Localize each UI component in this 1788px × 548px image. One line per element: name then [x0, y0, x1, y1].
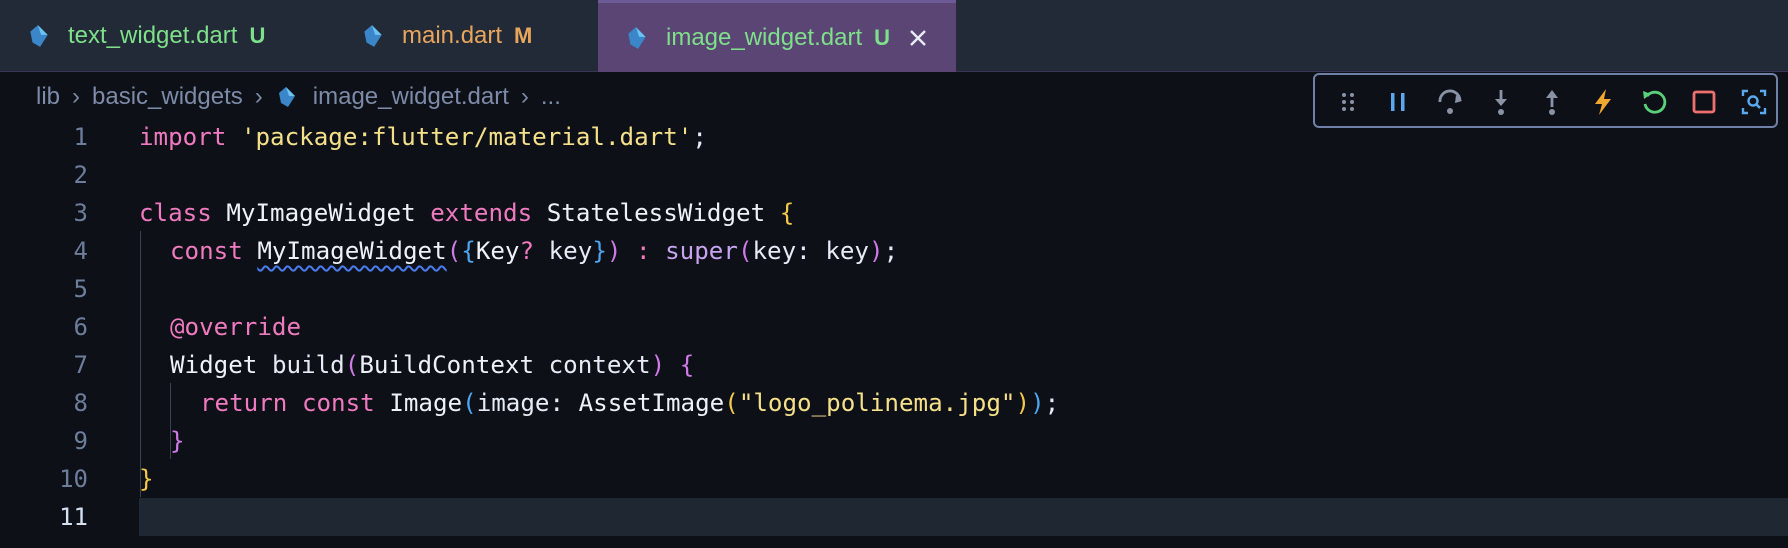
hot-reload-icon[interactable] [1588, 87, 1618, 117]
tab-label: text_widget.dart [68, 22, 238, 49]
code-line[interactable]: 2 [0, 156, 1788, 194]
drag-handle-icon[interactable] [1333, 87, 1363, 117]
current-line-highlight [139, 498, 1788, 536]
code-line[interactable]: 4 const MyImageWidget({Key? key}) : supe… [0, 232, 1788, 270]
line-number: 7 [73, 351, 88, 379]
close-icon[interactable] [908, 28, 928, 48]
line-number: 5 [73, 275, 88, 303]
tab-image-widget[interactable]: image_widget.dart U [598, 0, 956, 72]
code-editor[interactable]: 1 import 'package:flutter/material.dart'… [0, 117, 1788, 548]
line-number: 11 [59, 503, 88, 531]
tab-bar: text_widget.dart U main.dart M image_wid… [0, 0, 1788, 72]
dart-file-icon [628, 26, 646, 49]
line-number: 10 [59, 465, 88, 493]
line-number: 1 [73, 123, 88, 151]
code-text: import 'package:flutter/material.dart'; [139, 123, 707, 151]
code-text: const MyImageWidget({Key? key}) : super(… [170, 237, 899, 265]
line-number: 9 [73, 427, 88, 455]
code-line[interactable]: 5 [0, 270, 1788, 308]
dart-file-icon [364, 25, 382, 47]
dart-file-icon [30, 25, 48, 47]
code-text: } [170, 427, 185, 455]
breadcrumb: lib › basic_widgets › image_widget.dart … [36, 80, 561, 114]
warning-squiggle: MyImageWidget [257, 237, 447, 265]
code-line[interactable]: 10 } [0, 460, 1788, 498]
dart-file-icon [278, 87, 295, 107]
tab-label: main.dart [402, 22, 503, 49]
breadcrumb-item-symbols[interactable]: ... [541, 83, 561, 111]
tab-status-badge: M [514, 23, 533, 48]
code-line[interactable]: 3 class MyImageWidget extends StatelessW… [0, 194, 1788, 232]
step-into-icon[interactable] [1486, 87, 1516, 117]
code-line[interactable]: 9 } [0, 422, 1788, 460]
chevron-right-icon: › [520, 83, 529, 110]
line-number: 8 [73, 389, 88, 417]
code-line-current[interactable]: 11 [0, 498, 1788, 536]
line-number: 6 [73, 313, 88, 341]
chevron-right-icon: › [254, 83, 263, 110]
chevron-right-icon: › [72, 83, 81, 110]
pause-icon[interactable] [1383, 87, 1413, 117]
tab-text-widget[interactable]: text_widget.dart U [26, 0, 326, 72]
code-line[interactable]: 8 return const Image(image: AssetImage("… [0, 384, 1788, 422]
line-number: 2 [73, 161, 88, 189]
tab-label: image_widget.dart [666, 23, 863, 51]
line-number: 3 [73, 199, 88, 227]
step-over-icon[interactable] [1435, 87, 1465, 117]
code-text: Widget build(BuildContext context) { [170, 351, 695, 379]
tab-main[interactable]: main.dart M [360, 0, 580, 72]
code-text: } [139, 465, 154, 493]
code-text: @override [170, 313, 302, 341]
code-line[interactable]: 7 Widget build(BuildContext context) { [0, 346, 1788, 384]
step-out-icon[interactable] [1537, 87, 1567, 117]
breadcrumb-item-file[interactable]: image_widget.dart [313, 83, 509, 111]
stop-icon[interactable] [1689, 87, 1719, 117]
code-text: class MyImageWidget extends StatelessWid… [139, 199, 795, 227]
code-line[interactable]: 1 import 'package:flutter/material.dart'… [0, 118, 1788, 156]
breadcrumb-item-basic-widgets[interactable]: basic_widgets [92, 83, 243, 111]
breadcrumb-item-lib[interactable]: lib [36, 83, 60, 111]
code-text: return const Image(image: AssetImage("lo… [200, 389, 1060, 417]
tab-status-badge: U [249, 23, 266, 48]
inspect-widget-icon[interactable] [1739, 87, 1769, 117]
tab-status-badge: U [874, 24, 891, 50]
line-number: 4 [73, 237, 88, 265]
hot-restart-icon[interactable] [1639, 87, 1669, 117]
code-line[interactable]: 6 @override [0, 308, 1788, 346]
